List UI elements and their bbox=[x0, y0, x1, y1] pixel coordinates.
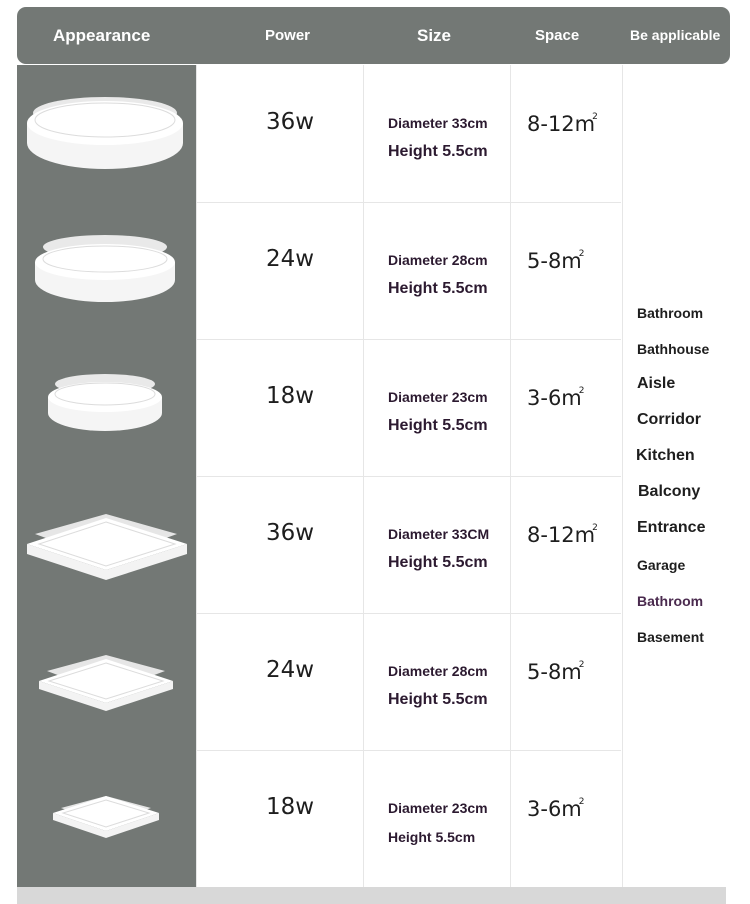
size-cell: Diameter 23cm Height 5.5cm bbox=[363, 339, 511, 476]
height-value: Height 5.5cm bbox=[388, 143, 488, 160]
size-cell: Diameter 33CM Height 5.5cm bbox=[363, 476, 511, 613]
applicable-item: Basement bbox=[637, 629, 704, 645]
power-value: 18w bbox=[266, 794, 315, 820]
applicable-item: Balcony bbox=[638, 483, 701, 500]
space-value: 5-8m2 bbox=[527, 249, 585, 273]
diameter-value: Diameter 23cm bbox=[388, 800, 488, 816]
height-value: Height 5.5cm bbox=[388, 829, 476, 845]
power-cell: 36w bbox=[196, 65, 364, 202]
unit-superscript: 2 bbox=[578, 797, 585, 807]
height-value: Height 5.5cm bbox=[388, 554, 488, 571]
header-space: Space bbox=[535, 27, 580, 44]
unit-superscript: 2 bbox=[578, 660, 585, 670]
round-lamp-icon bbox=[48, 374, 162, 431]
size-cell: Diameter 28cm Height 5.5cm bbox=[363, 202, 511, 339]
table-row: 18w Diameter 23cm Height 5.5cm 3-6m2 bbox=[17, 750, 623, 888]
table-row: 36w Diameter 33CM Height 5.5cm 8-12m2 bbox=[17, 476, 623, 614]
header-applicable: Be applicable bbox=[630, 27, 721, 43]
lamp-image-cell bbox=[17, 339, 196, 476]
diameter-value: Diameter 23cm bbox=[388, 389, 488, 405]
header-size: Size bbox=[417, 26, 452, 45]
power-cell: 18w bbox=[196, 339, 364, 476]
spec-table: 36w Diameter 33cm Height 5.5cm 8-12m2 24… bbox=[17, 65, 726, 888]
power-value: 24w bbox=[266, 657, 315, 683]
applicable-item: Garage bbox=[637, 557, 686, 573]
power-value: 24w bbox=[266, 246, 315, 272]
power-cell: 24w bbox=[196, 202, 364, 339]
lamp-image-cell bbox=[17, 65, 196, 202]
space-cell: 5-8m2 bbox=[510, 613, 623, 750]
size-cell: Diameter 28cm Height 5.5cm bbox=[363, 613, 511, 750]
diameter-value: Diameter 33cm bbox=[388, 115, 488, 131]
round-lamp-icon bbox=[35, 235, 175, 302]
footer-band bbox=[17, 887, 726, 904]
applicable-item: Aisle bbox=[637, 375, 676, 392]
lamp-image-cell bbox=[17, 202, 196, 339]
header-appearance: Appearance bbox=[53, 26, 151, 45]
space-cell: 3-6m2 bbox=[510, 750, 623, 887]
height-value: Height 5.5cm bbox=[388, 691, 488, 708]
header-power: Power bbox=[265, 27, 311, 44]
power-value: 18w bbox=[266, 383, 315, 409]
table-row: 24w Diameter 28cm Height 5.5cm 5-8m2 bbox=[17, 613, 623, 751]
lamp-image-cell bbox=[17, 750, 196, 887]
applicable-item: Entrance bbox=[637, 519, 706, 536]
applicable-item: Bathroom bbox=[637, 593, 704, 609]
table-header: Appearance Power Size Space Be applicabl… bbox=[17, 7, 730, 64]
applicable-item: Corridor bbox=[637, 411, 701, 428]
diameter-value: Diameter 28cm bbox=[388, 252, 488, 268]
space-value: 3-6m2 bbox=[527, 797, 585, 821]
power-cell: 18w bbox=[196, 750, 364, 887]
table-row: 24w Diameter 28cm Height 5.5cm 5-8m2 bbox=[17, 202, 623, 340]
square-lamp-icon bbox=[53, 796, 159, 838]
applicable-item: Kitchen bbox=[636, 447, 695, 464]
unit-superscript: 2 bbox=[578, 386, 585, 396]
diameter-value: Diameter 33CM bbox=[388, 526, 490, 542]
lamp-image-cell bbox=[17, 476, 196, 613]
table-row: 36w Diameter 33cm Height 5.5cm 8-12m2 bbox=[17, 65, 623, 203]
space-value: 8-12m2 bbox=[527, 112, 598, 136]
lamp-image-cell bbox=[17, 613, 196, 750]
space-value: 8-12m2 bbox=[527, 523, 598, 547]
square-lamp-icon bbox=[27, 514, 187, 580]
unit-superscript: 2 bbox=[592, 112, 598, 122]
space-cell: 3-6m2 bbox=[510, 339, 623, 476]
applicable-item: Bathroom bbox=[637, 305, 704, 321]
applicable-item: Bathhouse bbox=[637, 341, 710, 357]
power-value: 36w bbox=[266, 109, 315, 135]
round-lamp-icon bbox=[27, 97, 183, 169]
diameter-value: Diameter 28cm bbox=[388, 663, 488, 679]
unit-superscript: 2 bbox=[578, 249, 585, 259]
applicable-column: Bathroom Bathhouse Aisle Corridor Kitche… bbox=[622, 65, 726, 887]
table-row: 18w Diameter 23cm Height 5.5cm 3-6m2 bbox=[17, 339, 623, 477]
height-value: Height 5.5cm bbox=[388, 280, 488, 297]
power-cell: 36w bbox=[196, 476, 364, 613]
power-cell: 24w bbox=[196, 613, 364, 750]
space-value: 5-8m2 bbox=[527, 660, 585, 684]
space-cell: 5-8m2 bbox=[510, 202, 623, 339]
power-value: 36w bbox=[266, 520, 315, 546]
height-value: Height 5.5cm bbox=[388, 417, 488, 434]
unit-superscript: 2 bbox=[592, 523, 598, 533]
space-cell: 8-12m2 bbox=[510, 65, 623, 202]
space-value: 3-6m2 bbox=[527, 386, 585, 410]
size-cell: Diameter 33cm Height 5.5cm bbox=[363, 65, 511, 202]
size-cell: Diameter 23cm Height 5.5cm bbox=[363, 750, 511, 887]
space-cell: 8-12m2 bbox=[510, 476, 623, 613]
square-lamp-icon bbox=[39, 655, 173, 711]
